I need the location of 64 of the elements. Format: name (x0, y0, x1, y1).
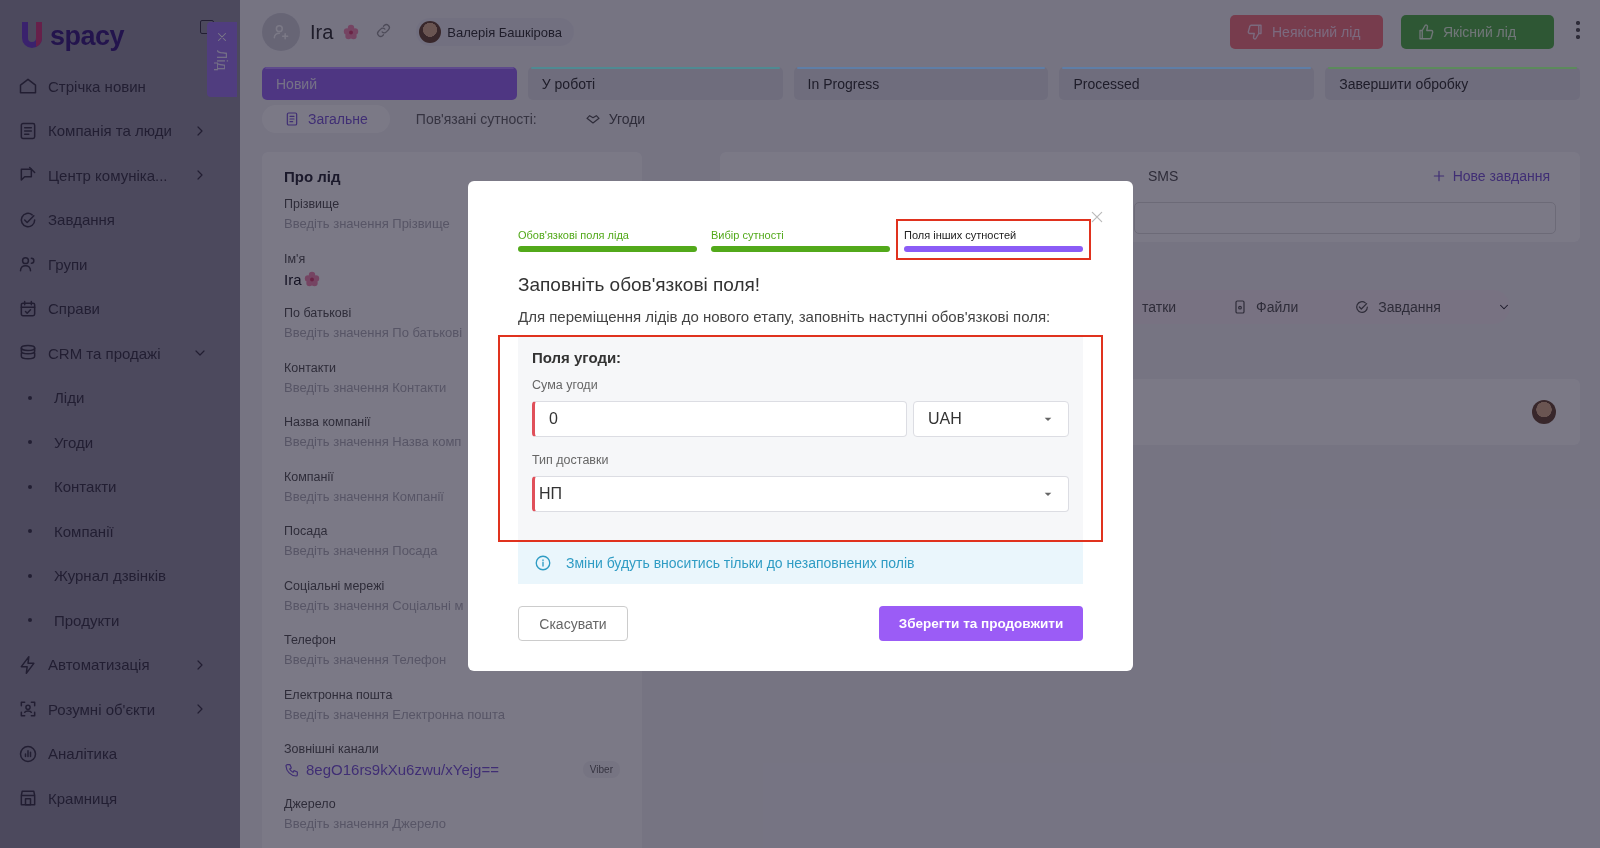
stage-tab[interactable]: У роботі (527, 67, 783, 100)
step-label: Поля інших сутностей (904, 229, 1018, 241)
approve-button[interactable]: Якісний лід (1401, 15, 1554, 49)
tab[interactable]: SMS (1148, 168, 1179, 184)
stage-tab[interactable]: Завершити обробку (1325, 67, 1580, 100)
chart-icon (18, 743, 38, 764)
phone-icon (284, 761, 300, 778)
field-label: Компанії (284, 469, 334, 484)
lead-title: Ira (310, 20, 334, 44)
field-label: Посада (284, 524, 328, 538)
more-icon (1576, 21, 1580, 39)
close-icon (1089, 209, 1105, 225)
filter-tab[interactable]: татки (1142, 299, 1177, 315)
field-label: Джерело (284, 796, 336, 811)
step-label: Вибір сутності (711, 229, 785, 241)
field-value[interactable]: Ira (284, 270, 302, 288)
stage-tab[interactable]: Processed (1059, 67, 1315, 100)
info-text: Зміни будуть вноситись тільки до незаповнених полів (566, 555, 915, 571)
info-icon (534, 554, 552, 572)
field-label: Сума угоди (532, 378, 599, 392)
save-button[interactable]: Зберегти та продовжити (879, 606, 1083, 641)
flower-icon (343, 24, 360, 40)
field-label: Назва компанії (284, 415, 371, 429)
field-label: Ім'я (284, 251, 306, 266)
card-title: Про лід (284, 168, 342, 185)
input-field[interactable] (1134, 202, 1556, 234)
field-label: Телефон (284, 633, 336, 647)
delivery-select[interactable]: НП (532, 476, 1069, 512)
section-title: Поля угоди: (532, 349, 623, 366)
filter-tab[interactable]: Завдання (1354, 299, 1441, 315)
thumbs-down-icon (1246, 23, 1264, 41)
avatar (1532, 400, 1556, 424)
field-label: Прізвище (284, 197, 340, 211)
bolt-icon (18, 654, 38, 675)
new-task-button[interactable]: Нове завдання (1424, 167, 1556, 185)
tab[interactable]: Угоди (562, 105, 668, 133)
check-circle-icon (1354, 299, 1371, 315)
step-label: Обов'язкові поля ліда (518, 229, 630, 241)
cancel-button[interactable]: Скасувати (518, 606, 628, 641)
stage-tab[interactable]: In Progress (793, 67, 1049, 100)
channel-badge: Viber (582, 761, 620, 778)
dialog-heading: Заповніть обов'язкові поля! (518, 274, 762, 296)
tab-group-label: Пов'язані сутності: (414, 111, 538, 127)
field-label: Електронна пошта (284, 687, 393, 702)
document-icon (284, 111, 300, 127)
flower-icon (303, 271, 320, 287)
field-label: Зовнішні канали (284, 742, 379, 756)
channel-link[interactable]: 8egO16rs9kXu6zwu/xYejg== (306, 761, 499, 778)
field-label: Тип доставки (532, 453, 610, 467)
currency-select[interactable]: UAH (913, 401, 1069, 437)
link-icon (375, 21, 393, 39)
dialog-text: Для переміщення лідів до нового етапу, заповніть наступні обов'язкові поля: (518, 308, 1052, 325)
field-label: По батькові (284, 306, 352, 320)
field-label: Соціальні мережі (284, 578, 385, 593)
tab[interactable]: Загальне (262, 105, 390, 133)
building-icon (18, 120, 38, 141)
amount-field[interactable]: 0 (532, 401, 907, 437)
field-label: Контакти (284, 360, 336, 375)
avatar (419, 21, 442, 43)
close-icon (215, 30, 229, 44)
filter-tab[interactable]: Файли (1232, 299, 1299, 315)
thumbs-up-icon (1417, 23, 1435, 41)
calendar-icon (18, 298, 38, 319)
responsible-chip[interactable]: Валерія Башкірова (416, 18, 575, 46)
